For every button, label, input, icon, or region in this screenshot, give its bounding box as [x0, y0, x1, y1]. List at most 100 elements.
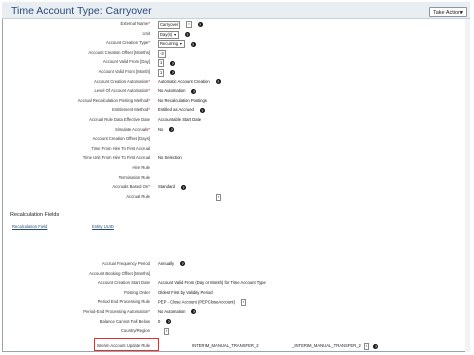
field-value[interactable]: No Automation? — [158, 309, 197, 315]
help-icon[interactable]: ? — [180, 261, 186, 267]
help-icon[interactable]: ? — [190, 41, 196, 47]
chevron-down-icon[interactable]: ▼ — [179, 42, 182, 46]
field-value[interactable]: No Recalculation Postings — [158, 98, 207, 103]
field-value-text: Annually — [158, 261, 175, 266]
entity-uuid-link[interactable]: Entity UUID — [92, 224, 114, 229]
link-icon[interactable]: ▪ — [186, 21, 192, 29]
scrollbar[interactable] — [465, 19, 470, 352]
field-label: Accrual Recalculation Posting Method* — [78, 98, 150, 103]
fields_bottom-row: Accrual Frequency Period Annually? — [0, 260, 460, 269]
field-value[interactable]: Account Valid From (Day or Month) for Ti… — [158, 280, 266, 285]
field-value[interactable]: Accountable Start Date — [158, 117, 201, 122]
field-label: Balance Cannot Fall Below — [100, 319, 150, 324]
help-icon[interactable]: ? — [199, 107, 205, 113]
fields_top-row: Unit Day(s)▼? — [0, 30, 460, 39]
required-marker: * — [148, 107, 150, 113]
field-label: Period-End Processing Automation* — [83, 309, 150, 314]
link-icon[interactable]: ▪ — [216, 193, 222, 201]
field-value-text: No Automation — [158, 309, 186, 314]
fields_bottom-row: Period-End Processing Automation* No Auto… — [0, 308, 460, 317]
required-marker: * — [148, 78, 150, 84]
field-label-text: Account Valid From [Day] — [102, 59, 150, 65]
field-label-text: Account Creation Start Date — [97, 280, 150, 286]
field-label: Country/Region — [121, 328, 150, 333]
help-icon[interactable]: ? — [170, 70, 176, 76]
help-icon[interactable]: ? — [197, 22, 203, 28]
link-icon[interactable]: ▪ — [164, 328, 170, 336]
link-icon[interactable]: ▪ — [240, 299, 247, 307]
field-value[interactable]: Carryover ▪? — [158, 21, 203, 29]
recalc-section-title: Recalculation Fields — [10, 212, 60, 218]
page-header: Time Account Type: Carryover Take Action… — [2, 2, 470, 19]
required-marker: * — [148, 40, 150, 46]
help-icon[interactable]: ? — [181, 184, 186, 190]
help-icon[interactable]: ? — [215, 78, 221, 84]
fields_bottom-row: Posting Order Oldest First by Validity Pe… — [0, 289, 460, 298]
field-label: Level Of Account Automation* — [94, 88, 150, 93]
help-icon[interactable]: ? — [166, 318, 172, 324]
fields_top-row: Account Creation Offset [Months] -3 — [0, 49, 460, 58]
field-value[interactable]: Entitled as Accrued? — [158, 107, 205, 113]
chevron-down-icon[interactable]: ▼ — [173, 33, 176, 37]
field-value-text: Recurring▼ — [158, 40, 185, 49]
field-label-text: Time Unit From Hire To First Accrual — [82, 155, 150, 161]
field-value[interactable]: Standard? — [158, 184, 186, 190]
chevron-down-icon: ▼ — [459, 10, 464, 16]
field-value-text: No Selection — [158, 155, 182, 161]
field-value-text: No Recalculation Postings — [158, 97, 207, 103]
field-value[interactable]: No Automation? — [158, 88, 197, 94]
help-icon[interactable]: ? — [170, 60, 176, 66]
fields_top-row: Hire Rule — [0, 164, 460, 173]
required-marker: * — [148, 88, 150, 94]
field-label-text: Account Valid From [Month] — [98, 69, 150, 74]
field-label: Account Creation Offset [Days] — [93, 136, 150, 141]
field-label: Account Creation Start Date — [98, 280, 150, 285]
fields_top-row: Termination Rule — [0, 174, 460, 183]
field-value[interactable]: Recurring▼? — [158, 40, 196, 49]
field-value[interactable]: 1? — [158, 69, 176, 77]
help-icon[interactable]: ? — [373, 344, 379, 349]
help-icon[interactable]: ? — [184, 31, 190, 37]
fields_bottom-row: Period End Processing Rule PEP - Close Ac… — [0, 298, 460, 307]
field-value[interactable]: PEP - Close Account (PEPCloseAccount) ▪ — [158, 299, 247, 307]
field-value[interactable]: Day(s)▼? — [158, 30, 190, 39]
field-value[interactable]: Annually? — [158, 261, 186, 267]
fields_bottom-row: Country/Region ▪ — [0, 327, 460, 336]
field-label-text: Period End Processing Rule — [97, 299, 150, 305]
field-value-text: Automatic Account Creation — [158, 78, 210, 84]
field-value-text: Account Valid From (Day or Month) for Ti… — [158, 280, 266, 286]
fields_top-row: Account Valid From [Day] 1? — [0, 58, 460, 68]
help-icon[interactable]: ? — [191, 309, 197, 315]
take-action-button[interactable]: Take Action ▼ — [429, 7, 467, 17]
field-value[interactable]: Automatic Account Creation? — [158, 79, 221, 84]
interim-value[interactable]: INTERIM_MANUAL_TRANSFER_2 — [192, 343, 259, 348]
field-value[interactable]: 1? — [158, 59, 176, 68]
field-value-text: No — [158, 126, 164, 132]
field-label-text: Account Creation Offset [Months] — [88, 49, 150, 55]
field-value[interactable]: No? — [158, 126, 175, 132]
field-label-text: Unit — [142, 30, 150, 36]
field-value[interactable]: 0? — [158, 318, 172, 324]
recalc-field-link[interactable]: Recalculation Field — [12, 224, 47, 229]
field-value[interactable]: -3 — [158, 49, 166, 58]
fields_top-row: Accrual Rule Data Effective Date Accounta… — [0, 116, 460, 125]
required-marker: * — [148, 126, 150, 132]
field-value[interactable]: ▪ — [158, 328, 170, 336]
field-label: Hire Rule — [133, 165, 150, 170]
link-icon[interactable]: ▪ — [364, 343, 370, 350]
fields_top-row: Account Creation Automation* Automatic Ac… — [0, 78, 460, 87]
field-value[interactable]: ▪ — [158, 193, 222, 201]
field-value[interactable]: Oldest First by Validity Period — [158, 290, 213, 295]
help-icon[interactable]: ? — [169, 126, 175, 132]
field-label-text: Account Booking Offset [Months] — [89, 270, 150, 276]
field-label: External Name* — [121, 21, 150, 26]
field-label-text: Accruals Based On — [112, 184, 149, 190]
field-label-text: Level Of Account Automation — [94, 88, 149, 94]
help-icon[interactable]: ? — [191, 88, 197, 94]
fields_top-row: Account Creation Offset [Days] — [0, 135, 460, 144]
field-value-text: Oldest First by Validity Period — [158, 289, 213, 295]
interim-highlight-box — [94, 338, 159, 351]
field-label-text: Time From Hire To First Accrual — [91, 145, 150, 151]
fields_bottom-row: Account Booking Offset [Months] — [0, 270, 460, 279]
field-value[interactable]: No Selection — [158, 155, 182, 160]
